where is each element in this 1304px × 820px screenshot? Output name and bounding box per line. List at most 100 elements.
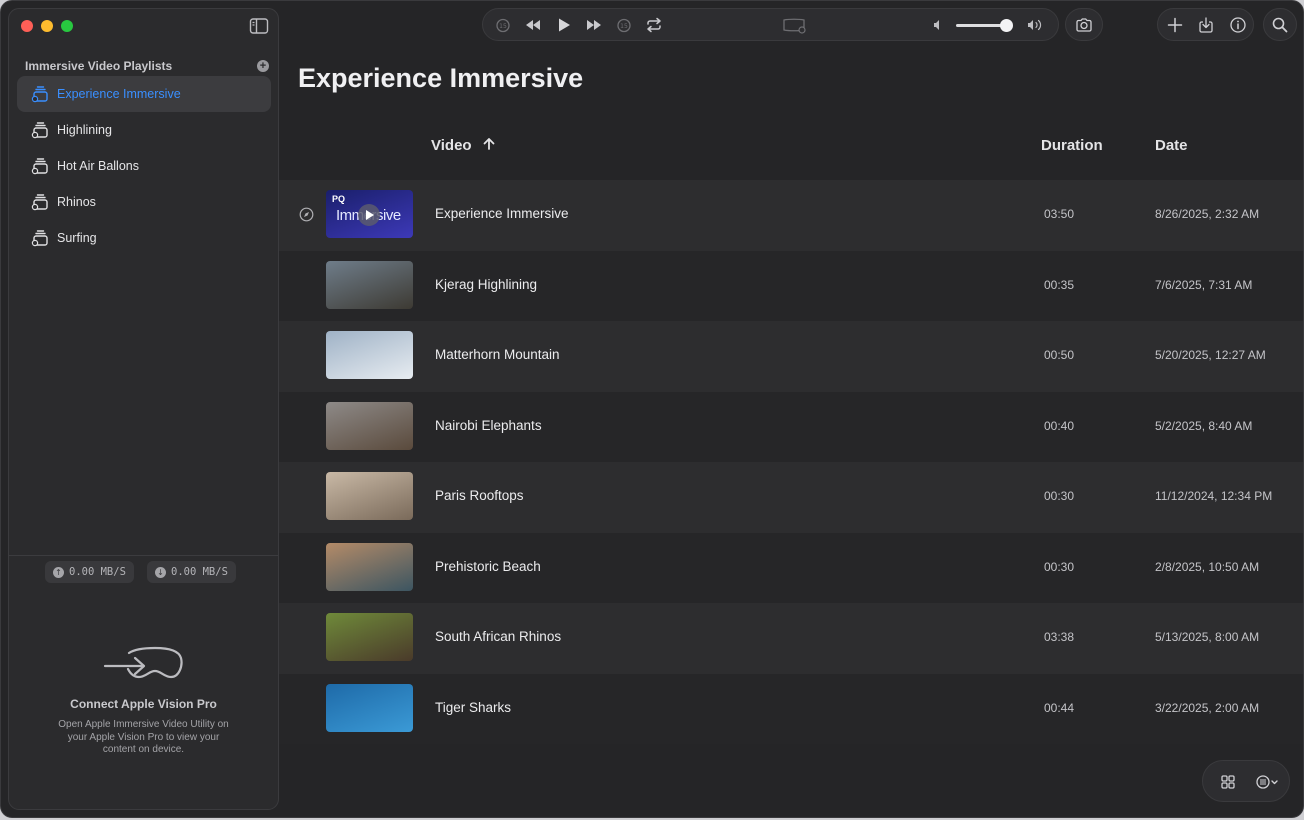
search-icon: [1272, 17, 1288, 33]
video-date: 11/12/2024, 12:34 PM: [1155, 489, 1273, 503]
video-table: PQ Immersive Experience Immersive 03:50 …: [279, 180, 1303, 744]
sidebar-item-label: Rhinos: [57, 195, 96, 209]
fast-forward-icon[interactable]: [584, 15, 604, 35]
video-date: 3/22/2025, 2:00 AM: [1155, 700, 1260, 715]
volume-slider-knob[interactable]: [1000, 19, 1013, 32]
screen-placeholder-icon[interactable]: [781, 15, 807, 35]
snapshot-button[interactable]: [1065, 8, 1103, 41]
column-header-date[interactable]: Date: [1155, 137, 1188, 154]
sidebar-item-label: Surfing: [57, 231, 97, 245]
rewind-icon[interactable]: [523, 15, 543, 35]
sidebar-toggle-icon[interactable]: [249, 17, 269, 35]
sidebar-item-experience-immersive[interactable]: Experience Immersive: [17, 76, 271, 112]
video-thumbnail[interactable]: [326, 260, 413, 309]
grid-view-icon[interactable]: [1219, 773, 1237, 791]
video-date: 2/8/2025, 10:50 AM: [1155, 559, 1260, 574]
camera-icon: [1076, 18, 1092, 32]
video-date: 5/2/2025, 8:40 AM: [1155, 418, 1253, 433]
video-title: Prehistoric Beach: [435, 558, 541, 574]
video-thumbnail[interactable]: [326, 331, 413, 379]
thumbnail-pq-label: PQ: [332, 194, 346, 204]
upload-rate-badge: ↑ 0.00 MB/S: [45, 561, 134, 583]
download-rate-badge: ↓ 0.00 MB/S: [147, 561, 236, 583]
info-icon[interactable]: [1228, 15, 1248, 35]
video-date: 5/13/2025, 8:00 AM: [1155, 630, 1260, 644]
volume-low-icon: [934, 20, 939, 30]
window-controls: [21, 20, 73, 32]
table-row[interactable]: Matterhorn Mountain 00:50 5/20/2025, 12:…: [279, 321, 1303, 392]
svg-text:15: 15: [620, 23, 628, 30]
column-header-video[interactable]: Video: [431, 137, 496, 154]
sidebar: Immersive Video Playlists + Experience I…: [8, 8, 279, 810]
table-row[interactable]: PQ Immersive Experience Immersive 03:50 …: [279, 180, 1303, 251]
download-rate-value: 0.00 MB/S: [171, 566, 228, 578]
video-thumbnail[interactable]: [326, 542, 413, 591]
video-duration: 03:50: [1044, 207, 1075, 221]
upload-rate-value: 0.00 MB/S: [69, 566, 126, 578]
playlist-stack-icon: [31, 194, 48, 211]
playlist-stack-icon: [31, 230, 48, 247]
download-arrow-icon: ↓: [155, 566, 166, 578]
play-icon[interactable]: [554, 15, 574, 35]
video-duration: 00:30: [1044, 559, 1075, 574]
sidebar-item-label: Experience Immersive: [57, 87, 181, 101]
import-icon[interactable]: [1196, 15, 1216, 35]
connect-description: Open Apple Immersive Video Utility on yo…: [58, 719, 229, 755]
table-row[interactable]: Tiger Sharks 00:44 3/22/2025, 2:00 AM: [279, 673, 1303, 744]
upload-arrow-icon: ↑: [53, 566, 64, 578]
video-title: Nairobi Elephants: [435, 417, 542, 433]
skip-back-15-icon[interactable]: 15: [493, 15, 513, 35]
playlists-header-label: Immersive Video Playlists: [25, 59, 173, 73]
svg-text:15: 15: [499, 23, 507, 30]
volume-high-icon: [1028, 19, 1042, 31]
column-header-duration[interactable]: Duration: [1041, 137, 1103, 154]
playlist-stack-icon: [31, 158, 48, 175]
video-thumbnail[interactable]: [326, 401, 413, 450]
vision-pro-connect-icon: [103, 646, 183, 679]
connect-vision-pro-panel: Connect Apple Vision Pro Open Apple Imme…: [9, 639, 278, 757]
video-duration: 00:40: [1044, 418, 1075, 433]
video-date: 5/20/2025, 12:27 AM: [1155, 348, 1266, 362]
table-row[interactable]: Nairobi Elephants 00:40 5/2/2025, 8:40 A…: [279, 391, 1303, 462]
sidebar-item-rhinos[interactable]: Rhinos: [17, 184, 271, 220]
add-playlist-icon[interactable]: +: [257, 60, 269, 72]
app-window: Immersive Video Playlists + Experience I…: [0, 0, 1304, 818]
video-date: 7/6/2025, 7:31 AM: [1155, 277, 1253, 292]
video-thumbnail[interactable]: [326, 472, 413, 520]
playing-status-icon: [299, 207, 314, 222]
video-duration: 00:30: [1044, 489, 1075, 503]
list-view-menu-icon[interactable]: [1255, 773, 1281, 791]
play-icon[interactable]: [358, 204, 380, 226]
connect-title: Connect Apple Vision Pro: [70, 697, 217, 711]
minimize-window-button[interactable]: [41, 20, 53, 32]
table-row[interactable]: Prehistoric Beach 00:30 2/8/2025, 10:50 …: [279, 532, 1303, 603]
video-title: South African Rhinos: [435, 629, 562, 644]
table-row[interactable]: Kjerag Highlining 00:35 7/6/2025, 7:31 A…: [279, 250, 1303, 321]
video-title: Tiger Sharks: [435, 699, 512, 715]
page-title: Experience Immersive: [298, 63, 584, 93]
video-thumbnail[interactable]: PQ Immersive: [326, 190, 413, 238]
sidebar-item-hot-air-ballons[interactable]: Hot Air Ballons: [17, 148, 271, 184]
sidebar-item-highlining[interactable]: Highlining: [17, 112, 271, 148]
video-duration: 00:50: [1044, 348, 1075, 362]
close-window-button[interactable]: [21, 20, 33, 32]
playback-toolbar: 15 15: [482, 8, 1059, 41]
video-thumbnail[interactable]: [326, 683, 413, 732]
column-header-video-label: Video: [431, 137, 472, 154]
sort-ascending-icon: [483, 138, 495, 150]
table-row[interactable]: Paris Rooftops 00:30 11/12/2024, 12:34 P…: [279, 462, 1303, 533]
actions-toolbar: [1157, 8, 1254, 41]
playlist-list: Experience Immersive Highlining Hot Air …: [17, 76, 271, 256]
video-title: Matterhorn Mountain: [435, 347, 560, 362]
search-button[interactable]: [1263, 8, 1297, 41]
repeat-icon[interactable]: [644, 15, 664, 35]
video-duration: 00:35: [1044, 277, 1075, 292]
sidebar-item-label: Hot Air Ballons: [57, 159, 139, 173]
plus-icon[interactable]: [1165, 15, 1185, 35]
table-row[interactable]: South African Rhinos 03:38 5/13/2025, 8:…: [279, 603, 1303, 674]
sidebar-item-surfing[interactable]: Surfing: [17, 220, 271, 256]
zoom-window-button[interactable]: [61, 20, 73, 32]
video-thumbnail[interactable]: [326, 613, 413, 661]
skip-forward-15-icon[interactable]: 15: [614, 15, 634, 35]
video-date: 8/26/2025, 2:32 AM: [1155, 207, 1260, 221]
